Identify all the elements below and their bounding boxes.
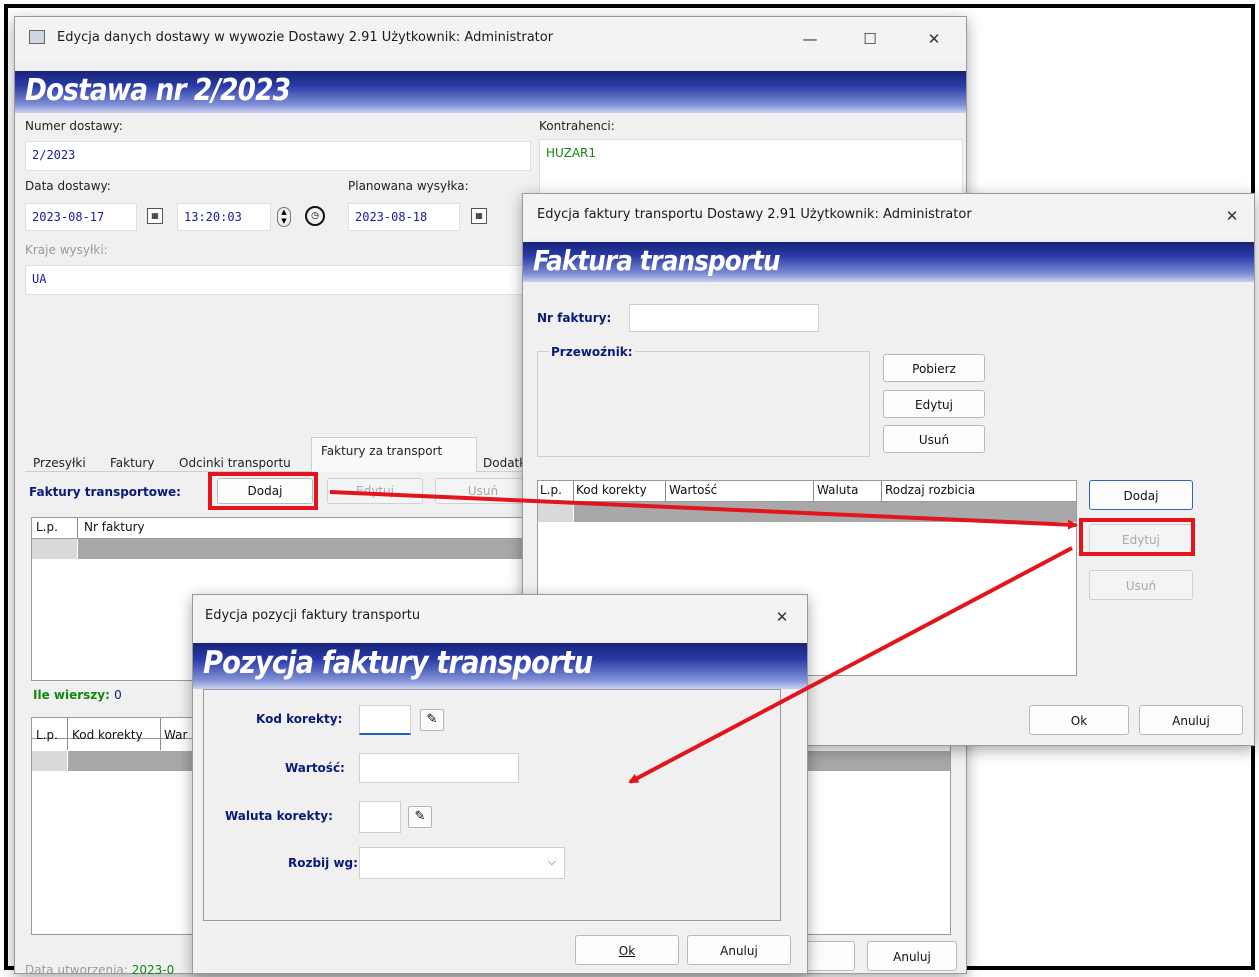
col-rodzaj-rozbicia[interactable]: Rodzaj rozbicia [885,483,975,497]
col-lp[interactable]: L.p. [36,520,58,534]
invoice-ok-button[interactable]: Ok [1029,705,1129,735]
close-icon[interactable]: ✕ [921,27,947,51]
col-sep [881,481,882,501]
col-kod-korekty[interactable]: Kod korekty [72,728,143,742]
row-indicator [32,539,77,559]
col-wartosc[interactable]: Wartość [669,483,717,497]
usun-button[interactable]: Usuń [435,478,531,504]
invoice-banner-title: Faktura transportu [533,244,781,277]
planowana-label: Planowana wysyłka: [348,179,469,193]
position-titlebar[interactable]: Edycja pozycji faktury transportu ✕ [193,595,807,639]
usun-przewoznik-button[interactable]: Usuń [883,425,985,453]
invoice-banner: Faktura transportu [523,242,1254,282]
col-sep [160,718,161,750]
ile-wierszy-text: Ile wierszy: [33,688,110,702]
maximize-icon[interactable]: ☐ [857,27,883,51]
col-nr-faktury[interactable]: Nr faktury [84,520,145,534]
book-icon[interactable]: ✎ [420,709,444,731]
spinner-icon[interactable]: ▲ ▼ [277,207,291,227]
invoice-title: Edycja faktury transportu Dostawy 2.91 U… [537,207,972,222]
main-anuluj-button[interactable]: Anuluj [867,941,957,971]
row-indicator [538,502,573,522]
dodaj-pozycje-button[interactable]: Dodaj [1089,480,1193,510]
invoice-anuluj-button[interactable]: Anuluj [1139,705,1243,735]
rozbij-wg-label: Rozbij wg: [288,856,358,870]
pobierz-button[interactable]: Pobierz [883,354,985,382]
col-sep [813,481,814,501]
main-title: Edycja danych dostawy w wywozie Dostawy … [57,30,554,45]
data-label: Data dostawy: [25,179,111,193]
kraje-label: Kraje wysyłki: [25,243,108,257]
wartosc-label: Wartość: [285,761,345,775]
col-waluta[interactable]: Waluta [817,483,858,497]
kontrahenci-label: Kontrahenci: [539,119,615,133]
faktury-transportowe-label: Faktury transportowe: [29,485,181,499]
col-sep [665,481,666,501]
ok-label: Ok [618,944,636,958]
invoice-titlebar[interactable]: Edycja faktury transportu Dostawy 2.91 U… [523,194,1254,238]
tab-odcinki[interactable]: Odcinki transportu [179,456,291,470]
position-title: Edycja pozycji faktury transportu [205,608,421,623]
col-wartosc[interactable]: War [164,728,187,742]
stopwatch-icon[interactable]: ◷ [305,206,325,226]
col-kod-korekty[interactable]: Kod korekty [576,483,647,497]
app-icon [29,30,45,44]
ile-wierszy-value: 0 [114,688,122,702]
nr-faktury-input[interactable] [629,304,819,332]
book-icon[interactable]: ✎ [408,806,432,828]
data-field[interactable]: 2023-08-17 [25,203,137,231]
col-lp[interactable]: L.p. [540,483,562,497]
rozbij-wg-select[interactable]: ⌵ [359,847,565,879]
main-titlebar[interactable]: Edycja danych dostawy w wywozie Dostawy … [15,17,966,61]
calendar-icon[interactable]: ▦ [147,208,163,224]
wartosc-input[interactable] [359,753,519,783]
position-banner: Pozycja faktury transportu [193,643,807,689]
close-icon[interactable]: ✕ [1219,204,1245,228]
annotation-box-dodaj [208,472,318,510]
przewoznik-label: Przewoźnik: [549,345,635,359]
tab-przesylki[interactable]: Przesyłki [33,456,86,470]
kod-korekty-input[interactable] [359,705,411,735]
close-icon[interactable]: ✕ [769,605,795,629]
przewoznik-group [537,351,870,457]
col-sep [67,718,68,750]
edytuj-przewoznik-button[interactable]: Edytuj [883,390,985,418]
numer-label: Numer dostawy: [25,119,123,133]
numer-field[interactable]: 2/2023 [25,141,531,171]
waluta-korekty-label: Waluta korekty: [225,809,333,823]
minimize-icon[interactable]: — [797,27,823,51]
waluta-korekty-input[interactable] [359,801,401,833]
usun-pozycje-button[interactable]: Usuń [1089,570,1193,600]
banner-title: Dostawa nr 2/2023 [25,73,291,108]
tab-faktury[interactable]: Faktury [110,456,154,470]
planowana-field[interactable]: 2023-08-18 [348,203,460,231]
calendar-icon[interactable]: ▦ [471,208,487,224]
tab-faktury-za-transport[interactable]: Faktury za transport [321,444,442,458]
nr-faktury-label: Nr faktury: [537,311,612,325]
chevron-down-icon: ⌵ [547,855,556,868]
position-ok-button[interactable]: Ok [575,935,679,965]
position-window: Edycja pozycji faktury transportu ✕ Pozy… [192,594,808,974]
position-anuluj-button[interactable]: Anuluj [687,935,791,965]
annotation-box-edytuj [1079,518,1195,556]
grid-header: L.p. Kod korekty Wartość Waluta Rodzaj r… [538,481,1076,502]
table-row[interactable] [574,502,1076,522]
data-utworzenia-label: Data utworzenia: 2023-0 [25,963,174,977]
kod-korekty-label: Kod korekty: [256,712,343,726]
col-sep [573,481,574,501]
position-banner-title: Pozycja faktury transportu [203,645,593,681]
row-indicator [32,751,67,771]
data-utworzenia-value: 2023-0 [131,963,175,977]
tab-dodatkowe[interactable]: Dodatk [483,456,526,470]
col-sep [77,518,78,538]
col-lp[interactable]: L.p. [36,728,58,742]
edytuj-button[interactable]: Edytuj [327,478,423,504]
main-banner: Dostawa nr 2/2023 [15,71,966,113]
time-field[interactable]: 13:20:03 [177,203,271,231]
ile-wierszy-label: Ile wierszy: 0 [33,688,122,702]
data-utworzenia-text: Data utworzenia: [25,963,128,977]
